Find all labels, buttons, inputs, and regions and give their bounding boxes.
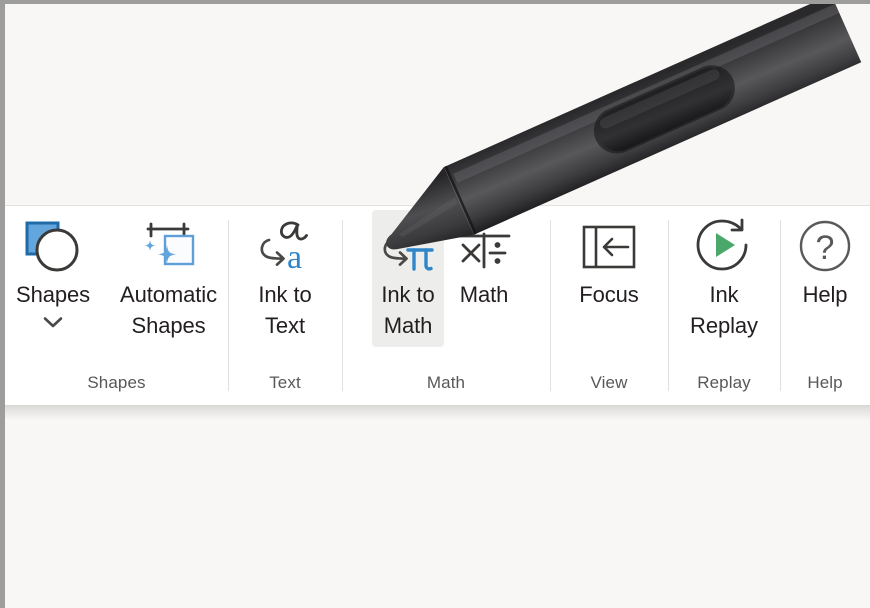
ribbon-group-text: a Ink to Text Text [228, 206, 342, 405]
group-label-shapes: Shapes [87, 373, 146, 392]
ink-to-math-button[interactable]: Ink to Math [372, 210, 444, 347]
ribbon-group-replay: Ink Replay Replay [668, 206, 780, 405]
automatic-shapes-icon [139, 218, 199, 276]
ribbon-group-shapes: Shapes Automatic Shapes Shapes [5, 206, 228, 405]
help-button[interactable]: ? Help [789, 210, 861, 316]
group-label-replay: Replay [697, 373, 751, 392]
shapes-icon [23, 218, 83, 276]
group-label-help: Help [807, 373, 843, 392]
automatic-shapes-button-label: Automatic Shapes [120, 282, 217, 338]
help-button-label: Help [802, 282, 848, 307]
ribbon-group-help: ? Help Help [780, 206, 870, 405]
drawing-canvas-top[interactable] [5, 4, 870, 205]
ink-replay-button-label: Ink Replay [690, 282, 758, 338]
draw-ribbon: Shapes Automatic Shapes Shapes a Ink to … [5, 205, 870, 406]
group-label-view: View [590, 373, 628, 392]
ribbon-group-math: Ink to Math Math Math [342, 206, 550, 405]
ink-replay-icon [694, 218, 754, 276]
help-icon: ? [795, 218, 855, 276]
math-icon [454, 218, 514, 276]
ink-replay-button[interactable]: Ink Replay [684, 210, 764, 347]
ribbon-group-view: Focus View [550, 206, 668, 405]
focus-button[interactable]: Focus [573, 210, 645, 316]
ink-to-text-button-label: Ink to Text [258, 282, 312, 338]
math-button-label: Math [459, 282, 509, 307]
math-button[interactable]: Math [448, 210, 520, 316]
svg-text:a: a [287, 239, 302, 276]
svg-text:?: ? [816, 229, 835, 267]
drawing-canvas-bottom[interactable] [5, 407, 870, 608]
focus-icon [579, 218, 639, 276]
ink-to-math-button-label: Ink to Math [381, 282, 435, 338]
ink-to-text-button[interactable]: a Ink to Text [249, 210, 321, 347]
shapes-button[interactable]: Shapes [10, 210, 96, 339]
ink-to-text-icon: a [255, 218, 315, 276]
focus-button-label: Focus [579, 282, 639, 307]
ink-to-math-icon [378, 218, 438, 276]
app-window: Shapes Automatic Shapes Shapes a Ink to … [0, 0, 870, 608]
chevron-down-icon[interactable] [43, 311, 63, 333]
shapes-button-label: Shapes [16, 282, 91, 307]
automatic-shapes-button[interactable]: Automatic Shapes [114, 210, 223, 347]
group-label-math: Math [426, 373, 466, 392]
group-label-text: Text [269, 373, 301, 392]
